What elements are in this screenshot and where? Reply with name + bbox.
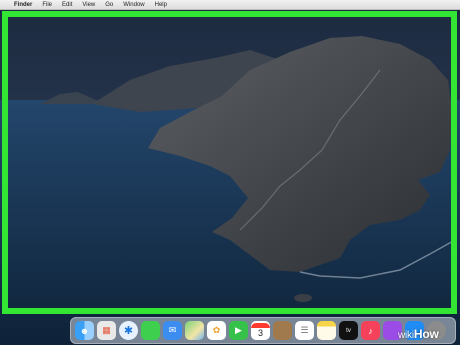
menu-finder[interactable]: Finder [14, 0, 32, 10]
menu-view[interactable]: View [82, 0, 95, 10]
menu-help[interactable]: Help [155, 0, 167, 10]
calendar-icon[interactable]: 3 [251, 321, 270, 340]
wikihow-watermark: wikiHow [398, 327, 439, 341]
menu-edit[interactable]: Edit [62, 0, 72, 10]
safari-icon[interactable]: ✱ [119, 321, 138, 340]
reminders-icon[interactable]: ☰ [295, 321, 314, 340]
menu-go[interactable]: Go [105, 0, 113, 10]
menu-bar: Finder File Edit View Go Window Help [0, 0, 460, 10]
watermark-prefix: wiki [398, 330, 414, 341]
photos-icon[interactable]: ✿ [207, 321, 226, 340]
menu-file[interactable]: File [42, 0, 52, 10]
desktop-wallpaper [0, 0, 460, 345]
contacts-icon[interactable] [273, 321, 292, 340]
launchpad-icon[interactable]: ▦ [97, 321, 116, 340]
finder-icon[interactable]: ☻ [75, 321, 94, 340]
mail-icon[interactable]: ✉ [163, 321, 182, 340]
maps-icon[interactable] [185, 321, 204, 340]
notes-icon[interactable] [317, 321, 336, 340]
messages-icon[interactable] [141, 321, 160, 340]
menu-window[interactable]: Window [123, 0, 144, 10]
calendar-day: 3 [257, 328, 263, 338]
watermark-suffix: How [413, 327, 439, 341]
facetime-icon[interactable]: ▶ [229, 321, 248, 340]
tv-icon[interactable]: tv [339, 321, 358, 340]
music-icon[interactable]: ♪ [361, 321, 380, 340]
